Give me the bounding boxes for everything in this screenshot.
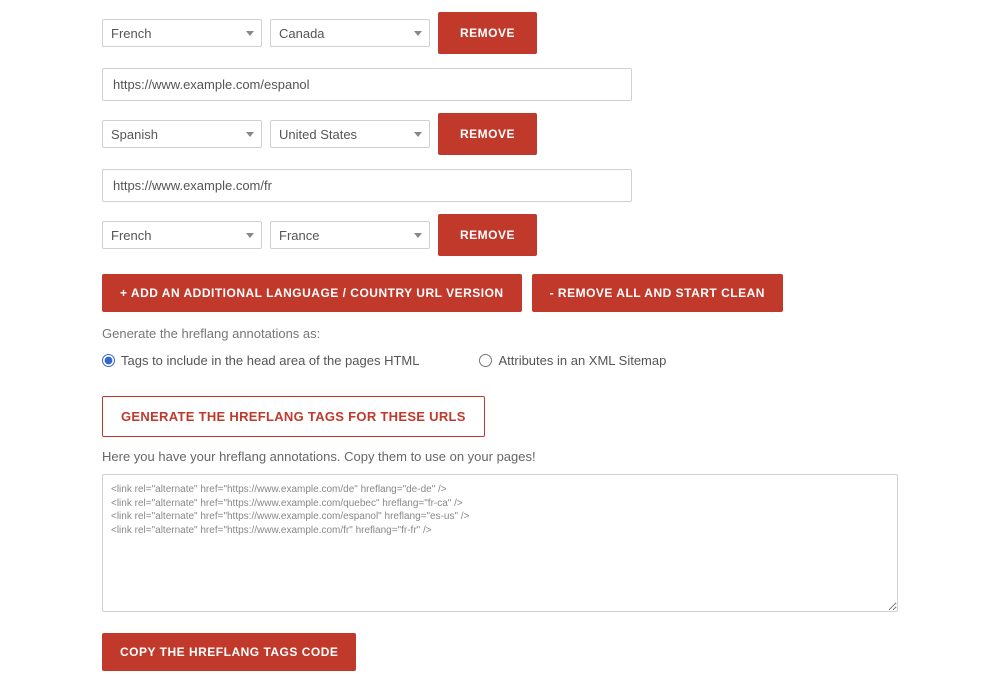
remove-button[interactable]: REMOVE xyxy=(438,12,537,54)
copy-button[interactable]: COPY THE HREFLANG TAGS CODE xyxy=(102,633,356,671)
radio-head-option[interactable]: Tags to include in the head area of the … xyxy=(102,353,419,368)
generate-label: Generate the hreflang annotations as: xyxy=(102,326,898,341)
language-select[interactable]: French xyxy=(102,221,262,249)
radio-xml-input[interactable] xyxy=(479,354,492,367)
radio-xml-label: Attributes in an XML Sitemap xyxy=(498,353,666,368)
generate-button[interactable]: GENERATE THE HREFLANG TAGS FOR THESE URL… xyxy=(102,396,485,437)
radio-xml-option[interactable]: Attributes in an XML Sitemap xyxy=(479,353,666,368)
url-input[interactable] xyxy=(102,169,632,202)
remove-button[interactable]: REMOVE xyxy=(438,214,537,256)
add-language-button[interactable]: + ADD AN ADDITIONAL LANGUAGE / COUNTRY U… xyxy=(102,274,522,312)
remove-all-button[interactable]: - REMOVE ALL AND START CLEAN xyxy=(532,274,783,312)
radio-head-input[interactable] xyxy=(102,354,115,367)
help-text: Here you have your hreflang annotations.… xyxy=(102,449,898,464)
url-input[interactable] xyxy=(102,68,632,101)
language-select[interactable]: Spanish xyxy=(102,120,262,148)
output-textarea[interactable] xyxy=(102,474,898,612)
language-select[interactable]: French xyxy=(102,19,262,47)
country-select[interactable]: United States xyxy=(270,120,430,148)
radio-head-label: Tags to include in the head area of the … xyxy=(121,353,419,368)
remove-button[interactable]: REMOVE xyxy=(438,113,537,155)
country-select[interactable]: Canada xyxy=(270,19,430,47)
country-select[interactable]: France xyxy=(270,221,430,249)
